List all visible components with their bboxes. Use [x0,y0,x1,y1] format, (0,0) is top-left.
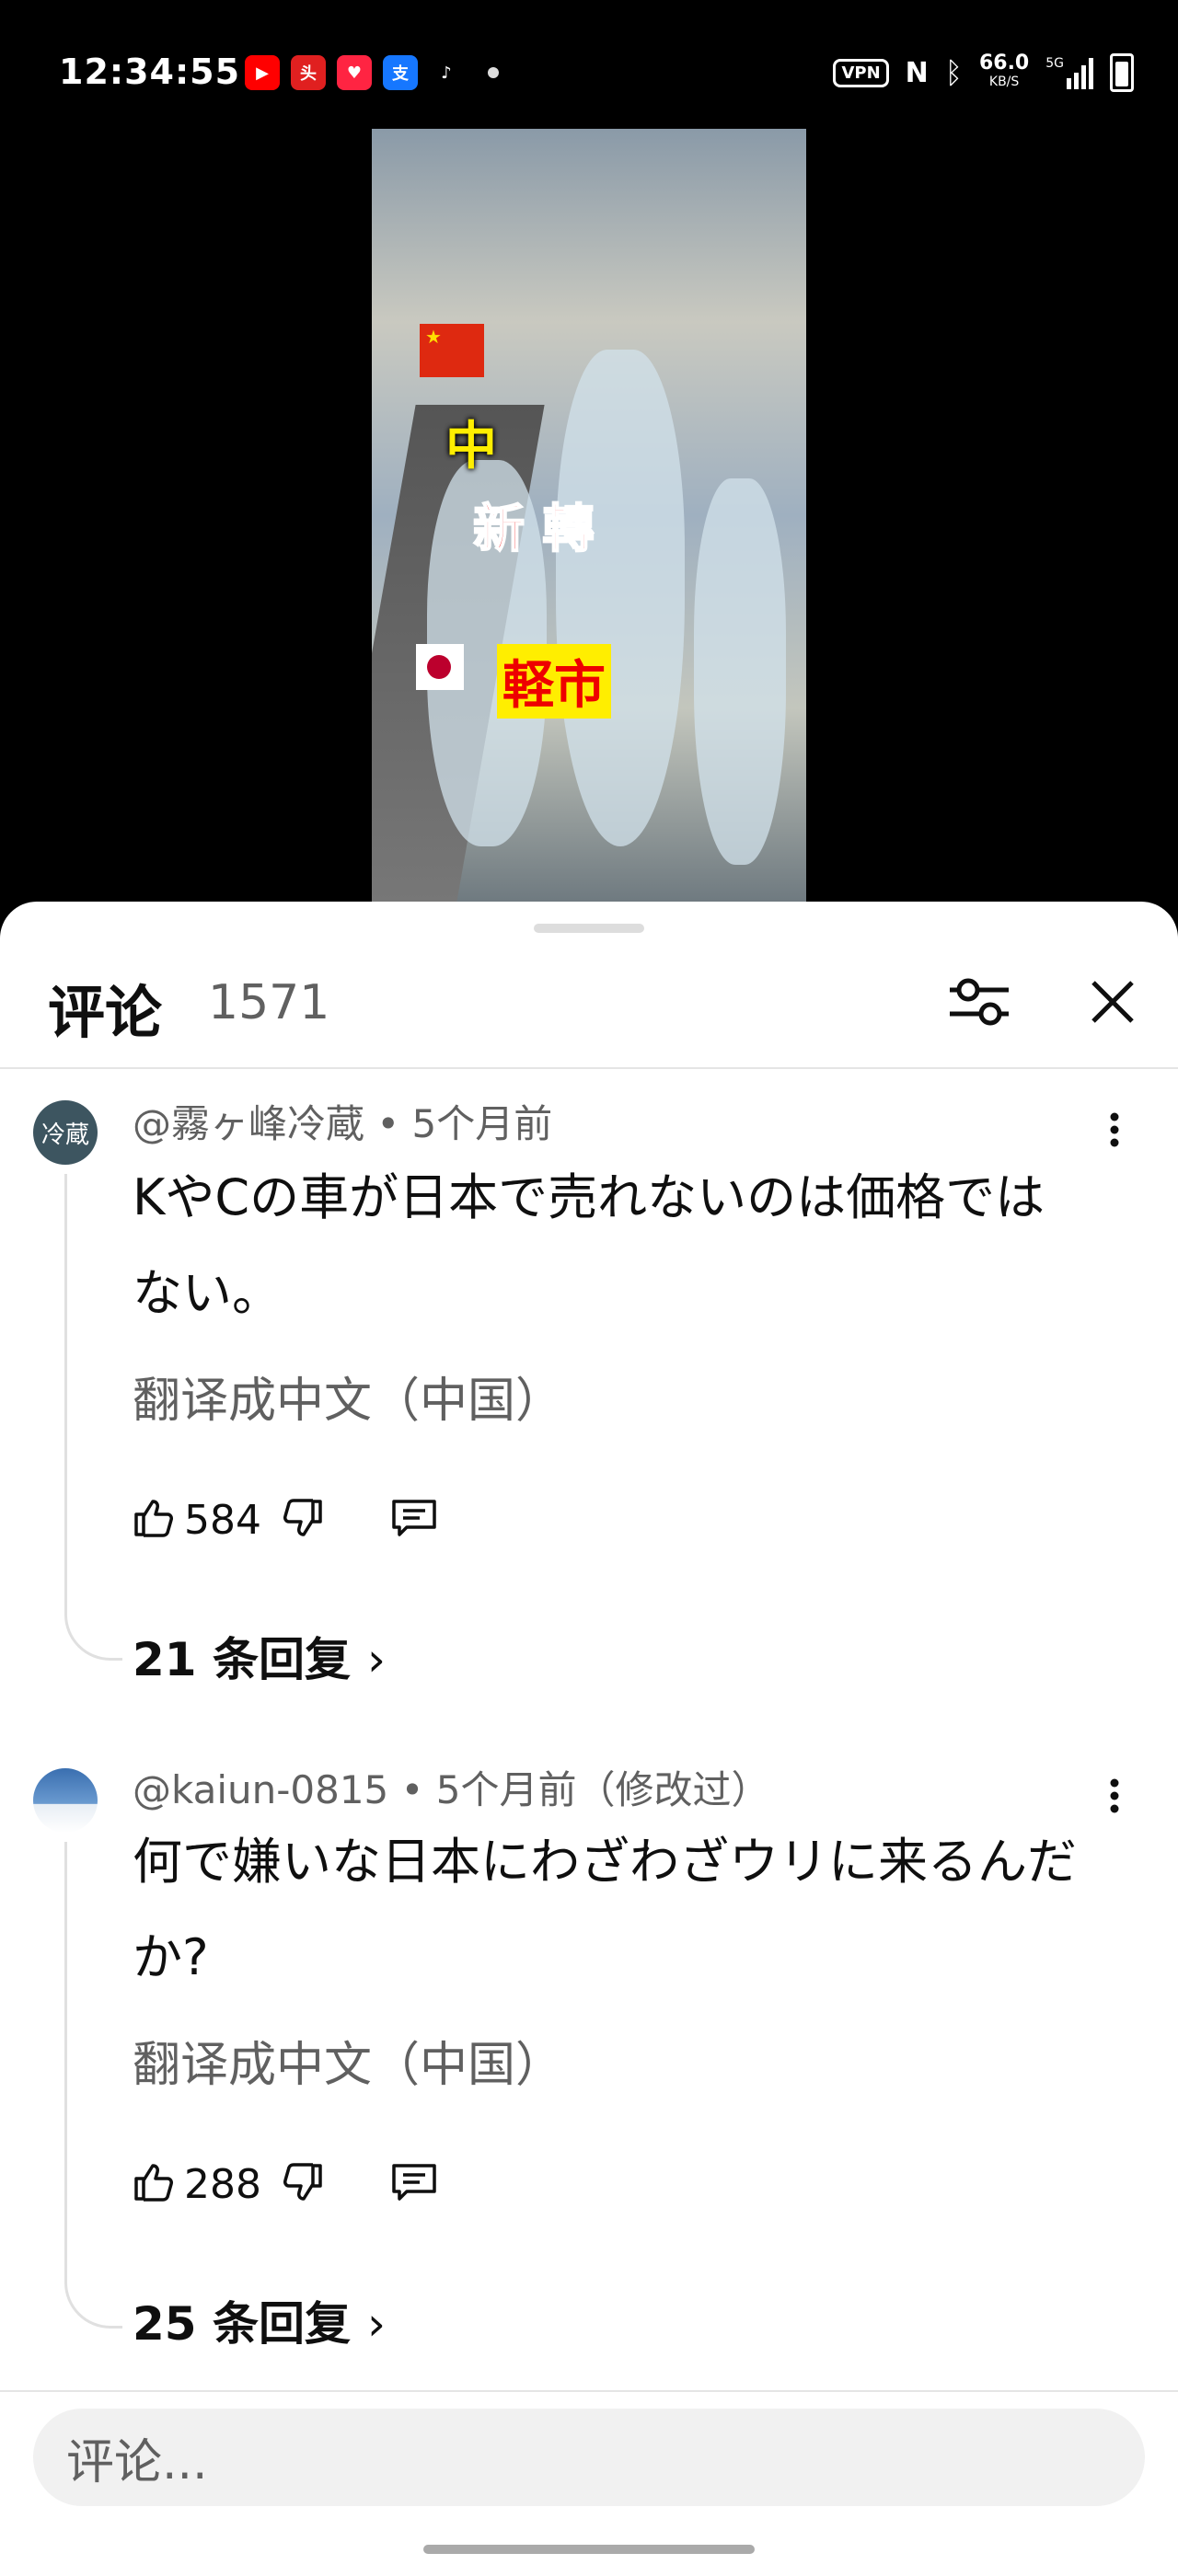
comment-text: KやCの車が日本で売れないのは価格ではない。 [133,1168,1045,1322]
chevron-right-icon: › [367,2297,386,2351]
chevron-right-icon: › [367,1633,386,1686]
comment-author-meta[interactable]: @kaiun-0815 • 5个月前（修改过） [133,1759,769,1815]
toutiao-icon: 头 [291,55,326,90]
video-caption-1: 中 [445,417,497,477]
reply-icon[interactable] [390,1496,438,1544]
vpn-icon: VPN [833,58,889,87]
reply-icon[interactable] [390,2160,438,2208]
like-icon[interactable] [131,2160,175,2208]
china-flag-icon [420,324,484,377]
thread-line [64,1842,122,2329]
comment-actions: 584 [131,1492,438,1547]
video-caption-3: 軽市 [497,644,611,719]
network-speed: 66.0 KB/S [978,52,1030,90]
video-player[interactable]: 中 新 轉 軽市 [372,129,806,902]
system-icons: VPN N ᛒ 66.0 KB/S 5G [833,53,1134,92]
notification-icons: ▶ 头 ♥ 支 ♪ [245,55,499,90]
video-caption-2: 新 轉 [472,499,595,560]
comments-count: 1571 [208,975,330,1030]
tiktok-icon: ♪ [429,55,464,90]
translate-link[interactable]: 翻译成中文（中国） [133,2026,563,2095]
home-indicator[interactable] [423,2545,755,2554]
dislike-icon[interactable] [282,1496,326,1544]
bluetooth-icon: ᛒ [944,55,963,90]
like-count: 288 [184,2160,261,2208]
header-divider [0,1067,1178,1069]
more-vert-icon[interactable] [1101,1102,1128,1157]
like-count: 584 [184,1496,261,1544]
status-bar: 12:34:55 ▶ 头 ♥ 支 ♪ VPN N ᛒ 66.0 KB/S 5G [0,0,1178,129]
avatar[interactable]: 冷蔵 [33,1100,98,1165]
comment-text: 何で嫌いな日本にわざわざウリに来るんだか? [133,1833,1077,1986]
battery-icon [1110,53,1134,92]
youtube-icon: ▶ [245,55,280,90]
filter-icon[interactable] [944,972,1014,1032]
close-icon[interactable] [1082,972,1143,1032]
japan-flag-icon [416,644,464,690]
more-notifications-dot [488,67,499,78]
like-icon[interactable] [131,1496,175,1544]
thread-line [64,1174,122,1661]
drag-handle[interactable] [534,924,644,933]
status-time: 12:34:55 [59,52,241,92]
view-replies-button[interactable]: 21 条回复 › [133,1623,386,1689]
avatar[interactable] [33,1768,98,1833]
comment-actions: 288 [131,2156,438,2212]
nfc-icon: N [905,56,929,89]
alipay-icon: 支 [383,55,418,90]
comment-author-meta[interactable]: @霧ヶ峰冷蔵 • 5个月前 [133,1093,552,1149]
comment-input[interactable]: 评论... [33,2409,1145,2506]
dislike-icon[interactable] [282,2160,326,2208]
comments-title: 评论 [48,979,163,1046]
more-vert-icon[interactable] [1101,1768,1128,1823]
signal-icon: 5G [1045,56,1093,89]
xiaohongshu-icon: ♥ [337,55,372,90]
view-replies-button[interactable]: 25 条回复 › [133,2287,386,2353]
comments-sheet: 评论 1571 冷蔵 @霧ヶ峰冷蔵 • 5个月前 KやCの車が日本で売れないのは… [0,902,1178,2576]
translate-link[interactable]: 翻译成中文（中国） [133,1362,563,1431]
input-divider [0,2390,1178,2392]
